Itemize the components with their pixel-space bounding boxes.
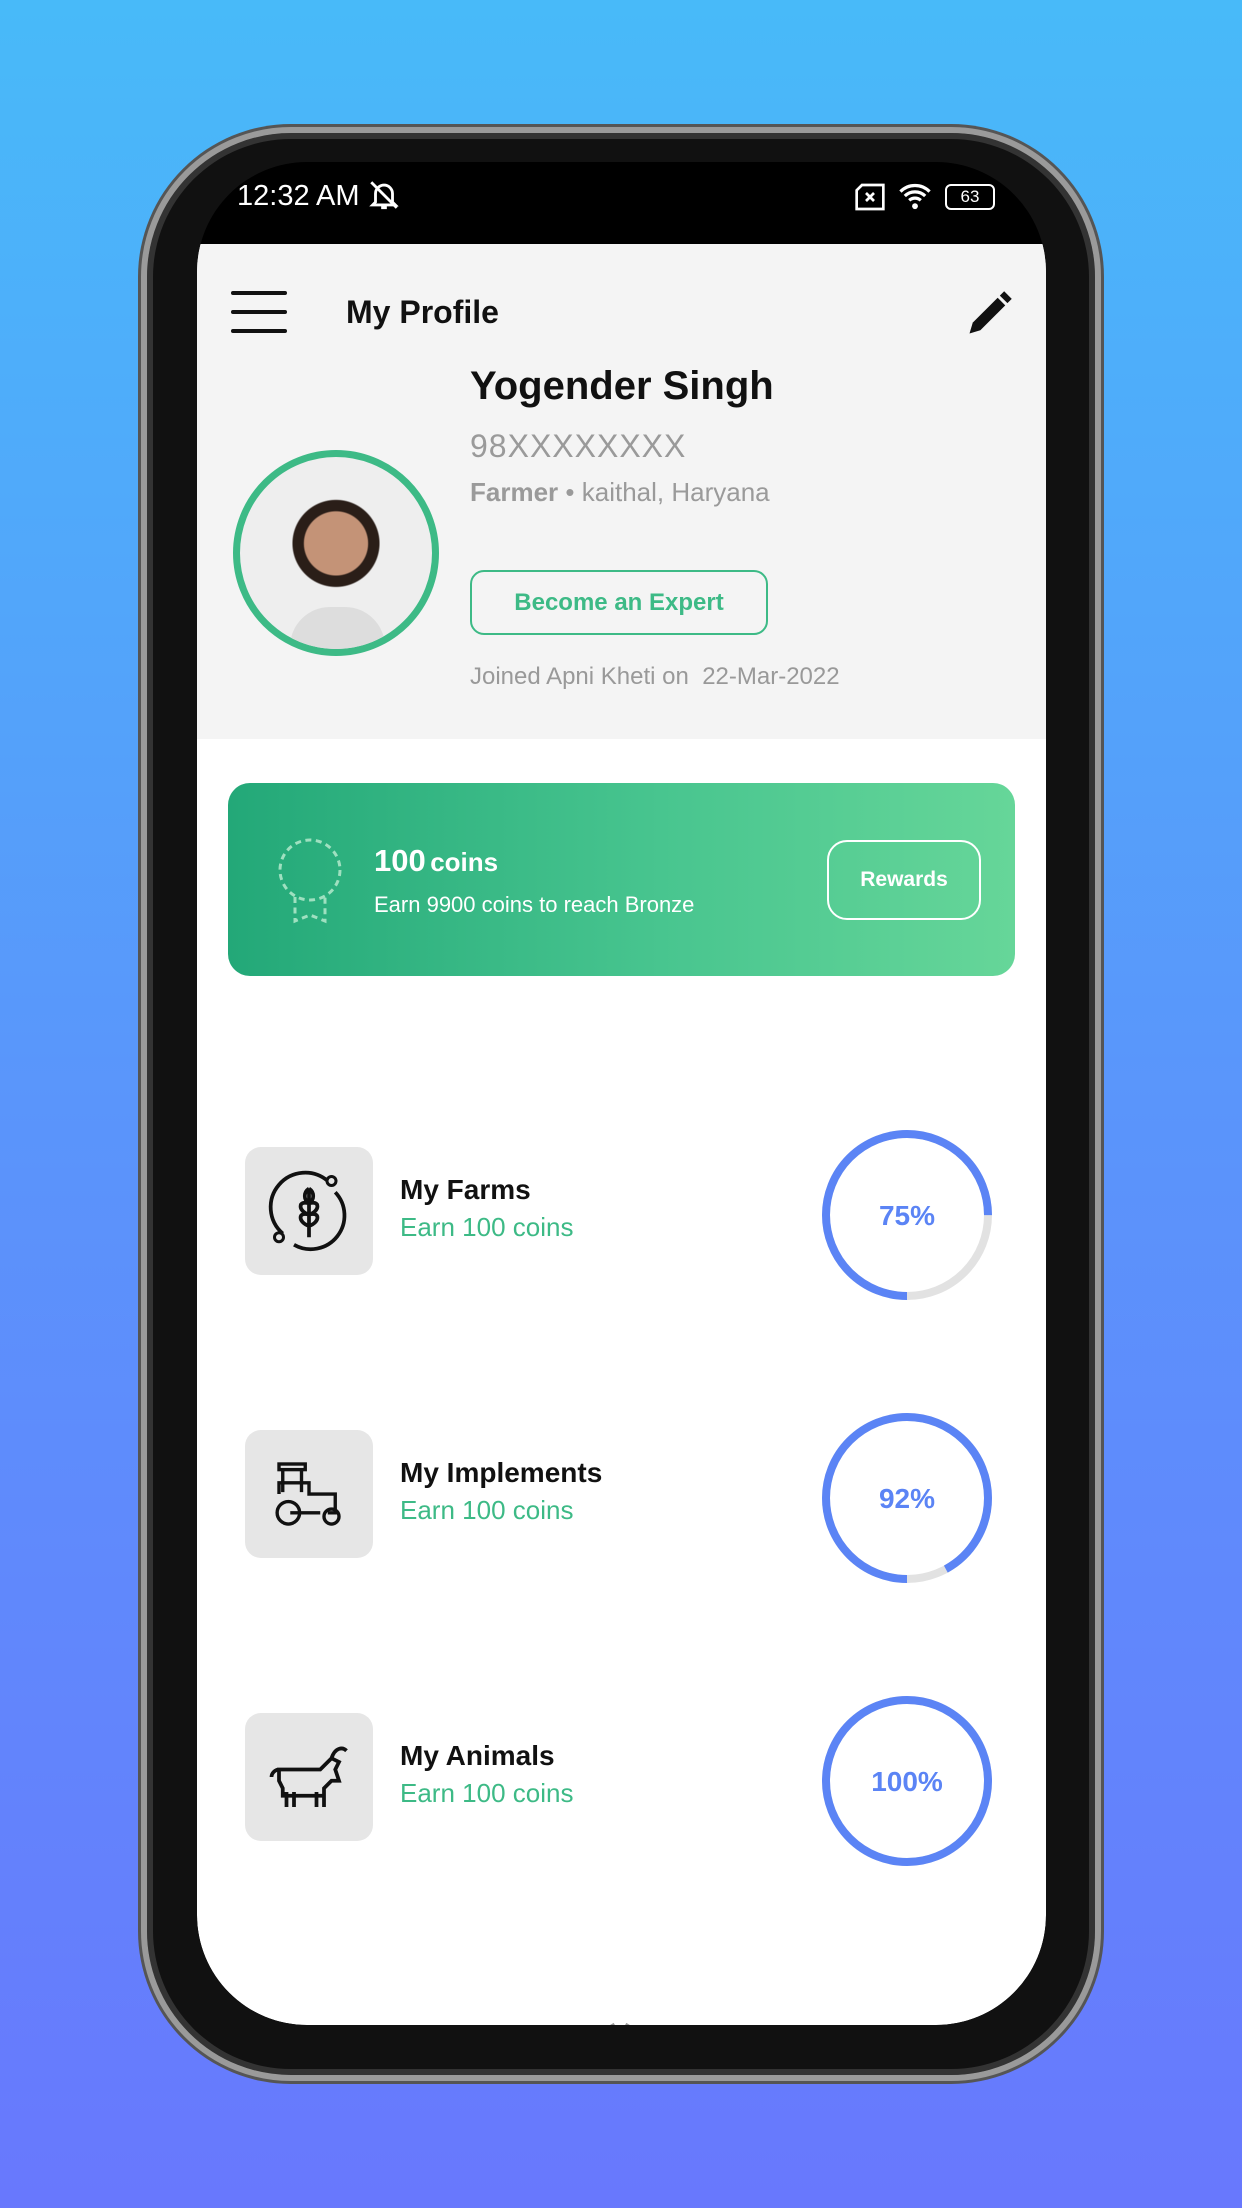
progress-label: 92% bbox=[879, 1483, 935, 1514]
qa-icon[interactable]: QA bbox=[415, 2024, 485, 2025]
profile-item[interactable]: My Implements Earn 100 coins 92% bbox=[197, 1409, 1046, 1583]
status-time: 12:32 AM bbox=[237, 180, 360, 212]
item-subtitle: Earn 100 coins bbox=[400, 1778, 574, 1808]
battery-icon: 63 bbox=[945, 184, 995, 210]
joined-date: 22-Mar-2022 bbox=[702, 663, 840, 690]
wifi-icon bbox=[899, 184, 931, 210]
separator: • bbox=[565, 477, 575, 507]
coins-card: 100 coins Earn 9900 coins to reach Bronz… bbox=[228, 783, 1015, 976]
coins-amount: 100 coins bbox=[374, 843, 498, 879]
phone-screen: 12:32 AM 63 My Profile Yogender Singh 98… bbox=[197, 162, 1046, 2025]
badge-icon bbox=[278, 838, 342, 924]
progress-label: 100% bbox=[871, 1766, 943, 1797]
sim-x-icon bbox=[855, 183, 885, 211]
become-expert-button[interactable]: Become an Expert bbox=[470, 570, 768, 635]
hamburger-icon[interactable] bbox=[231, 291, 287, 333]
profile-item[interactable]: My Animals Earn 100 coins 100% bbox=[197, 1692, 1046, 1866]
coins-subtitle: Earn 9900 coins to reach Bronze bbox=[374, 892, 695, 917]
progress-ring: 92% bbox=[822, 1413, 992, 1583]
progress-ring: 100% bbox=[822, 1696, 992, 1866]
joined-info: Joined Apni Kheti on 22-Mar-2022 bbox=[470, 663, 840, 691]
user-role: Farmer bbox=[470, 477, 559, 507]
status-bar: 12:32 AM 63 bbox=[197, 162, 1046, 244]
page-title: My Profile bbox=[346, 294, 499, 330]
coins-value: 100 bbox=[374, 843, 426, 878]
goat-icon bbox=[245, 1713, 373, 1841]
item-title: My Animals bbox=[400, 1740, 555, 1771]
profile-item[interactable]: My Farms Earn 100 coins 75% bbox=[197, 1126, 1046, 1300]
tractor-icon bbox=[245, 1430, 373, 1558]
item-subtitle: Earn 100 coins bbox=[400, 1212, 574, 1242]
item-title: My Farms bbox=[400, 1174, 531, 1205]
user-phone: 98XXXXXXXX bbox=[470, 428, 687, 464]
battery-level: 63 bbox=[960, 187, 980, 206]
item-title: My Implements bbox=[400, 1457, 603, 1488]
user-role-location: Farmer • kaithal, Haryana bbox=[470, 477, 770, 508]
coins-unit: coins bbox=[430, 847, 499, 877]
video-icon[interactable] bbox=[587, 2021, 653, 2025]
item-subtitle: Earn 100 coins bbox=[400, 1495, 574, 1525]
user-location: kaithal, Haryana bbox=[581, 477, 770, 507]
pencil-icon[interactable] bbox=[963, 286, 1015, 342]
progress-label: 75% bbox=[879, 1200, 935, 1231]
avatar[interactable] bbox=[233, 450, 439, 656]
user-name: Yogender Singh bbox=[470, 364, 774, 408]
progress-ring: 75% bbox=[822, 1130, 992, 1300]
joined-label: Joined Apni Kheti on bbox=[470, 663, 689, 690]
profile-header: My Profile Yogender Singh 98XXXXXXXX Far… bbox=[197, 244, 1046, 739]
profile-screen: My Profile Yogender Singh 98XXXXXXXX Far… bbox=[197, 244, 1046, 2025]
bell-off-icon bbox=[369, 181, 399, 210]
wheat-icon bbox=[245, 1147, 373, 1275]
rewards-button[interactable]: Rewards bbox=[827, 840, 981, 920]
